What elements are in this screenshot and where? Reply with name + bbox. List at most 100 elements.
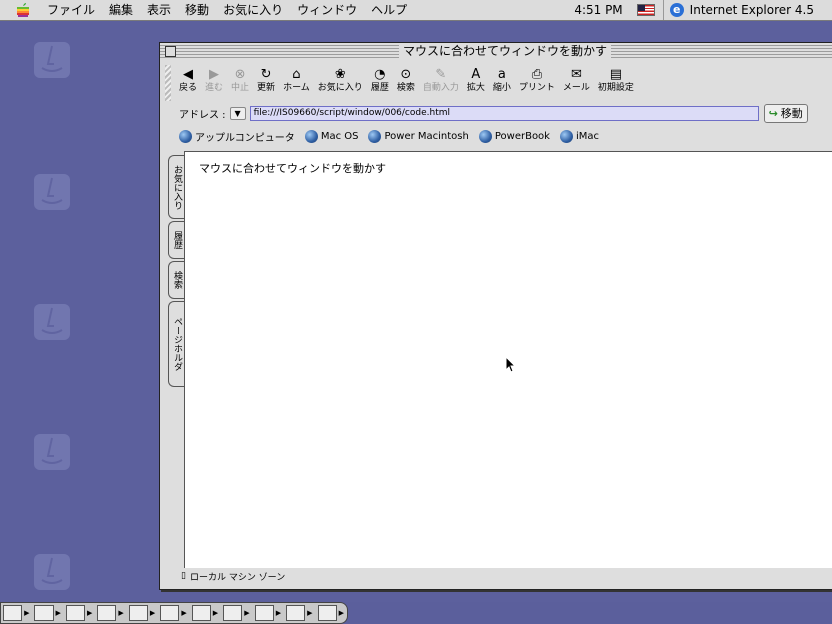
toolbar-button-autofill[interactable]: ✎ 自動入力 [423, 65, 459, 101]
toolbar-button-smaller-text[interactable]: a 縮小 [493, 65, 511, 101]
preferences-icon: ▤ [609, 66, 623, 82]
control-strip: ▶ ▶ ▶ ▶ ▶ ▶ ▶ ▶ ▶ ▶ ▶ [0, 602, 348, 624]
toolbar-button-label: 縮小 [492, 83, 511, 93]
toolbar-button-print[interactable]: ⎙ プリント [519, 65, 555, 101]
finder-logo-watermark [34, 42, 70, 78]
control-strip-pattern-icon[interactable] [191, 605, 211, 621]
toolbar-button-refresh[interactable]: ↻ 更新 [257, 65, 275, 101]
favorite-link-label: Power Macintosh [384, 130, 469, 142]
application-menu[interactable]: e Internet Explorer 4.5 [662, 0, 832, 20]
tab-page-holder[interactable]: ページホルダ [168, 301, 184, 387]
favorite-link[interactable]: Power Macintosh [368, 129, 469, 143]
menu-edit[interactable]: 編集 [102, 0, 140, 20]
control-strip-menu-arrow-icon[interactable]: ▶ [181, 609, 186, 617]
toolbar-button-label: 進む [205, 83, 224, 93]
control-strip-monitor-icon[interactable] [34, 605, 54, 621]
control-strip-menu-arrow-icon[interactable]: ▶ [307, 609, 312, 617]
favorites-icon: ❀ [334, 66, 346, 82]
zone-icon: ▯ [181, 571, 186, 581]
toolbar-button-label: ホーム [283, 83, 310, 93]
toolbar-button-label: 初期設定 [597, 83, 634, 93]
menu-help[interactable]: ヘルプ [364, 0, 414, 20]
autofill-icon: ✎ [435, 66, 447, 82]
control-strip-menu-arrow-icon[interactable]: ▶ [150, 609, 155, 617]
control-strip-menu-arrow-icon[interactable]: ▶ [118, 609, 123, 617]
toolbar-button-label: 履歴 [370, 83, 389, 93]
control-strip-colors-icon[interactable] [160, 605, 180, 621]
page-text: マウスに合わせてウィンドウを動かす [199, 162, 386, 175]
control-strip-remote-icon[interactable] [128, 605, 148, 621]
control-strip-sound-icon[interactable] [97, 605, 117, 621]
control-strip-menu-arrow-icon[interactable]: ▶ [56, 609, 61, 617]
toolbar-button-mail[interactable]: ✉ メール [563, 65, 590, 101]
globe-icon [304, 129, 318, 143]
control-strip-disc-icon[interactable] [223, 605, 243, 621]
favorite-link[interactable]: iMac [559, 129, 600, 143]
toolbar-button-stop[interactable]: ⊗ 中止 [231, 65, 249, 101]
menu-window[interactable]: ウィンドウ [290, 0, 364, 20]
menu-favorites[interactable]: お気に入り [216, 0, 290, 20]
control-strip-menu-arrow-icon[interactable]: ▶ [339, 609, 344, 617]
forward-arrow-icon: ▶ [209, 66, 220, 82]
control-strip-menu-arrow-icon[interactable]: ▶ [244, 609, 249, 617]
favorite-link[interactable]: PowerBook [478, 129, 550, 143]
toolbar-button-forward-arrow[interactable]: ▶ 進む [205, 65, 223, 101]
close-box[interactable] [165, 46, 176, 57]
toolbar-button-label: プリント [518, 83, 555, 93]
toolbar-grip[interactable] [165, 65, 171, 101]
toolbar-button-history[interactable]: ◔ 履歴 [371, 65, 389, 101]
button-toolbar: ◀ 戻る ▶ 進む ⊗ 中止 ↻ 更新 ⌂ ホーム ❀ お気に入り ◔ 履歴 ⊙ 検索 ✎ 自動入力 A 拡大 a 縮小 ⎙… [165, 65, 832, 101]
mail-icon: ✉ [570, 66, 582, 82]
toolbar-button-label: お気に入り [317, 83, 363, 93]
mouse-pointer-icon [505, 356, 517, 373]
control-strip-strip-toggle-icon[interactable] [3, 605, 23, 621]
control-strip-menu-arrow-icon[interactable]: ▶ [276, 609, 281, 617]
toolbar-button-label: 中止 [231, 83, 250, 93]
control-strip-file-sharing-icon[interactable] [254, 605, 274, 621]
tab-favorites[interactable]: お気に入り [168, 155, 184, 219]
toolbar-button-label: メール [562, 83, 590, 93]
status-bar: ▯ ローカル マシン ゾーン [165, 569, 832, 583]
toolbar-button-larger-text[interactable]: A 拡大 [467, 65, 485, 101]
address-label: アドレス : [179, 109, 226, 121]
tab-history[interactable]: 履歴 [168, 221, 184, 259]
globe-icon [368, 129, 382, 143]
control-strip-menu-arrow-icon[interactable]: ▶ [213, 609, 218, 617]
control-strip-printer-icon[interactable] [286, 605, 306, 621]
control-strip-arrow-icon[interactable] [317, 605, 337, 621]
application-name: Internet Explorer 4.5 [689, 3, 814, 17]
window-title-bar[interactable]: マウスに合わせてウィンドウを動かす [160, 43, 832, 59]
menubar-clock[interactable]: 4:51 PM [574, 3, 622, 17]
finder-logo-watermark [34, 304, 70, 340]
smaller-text-icon: a [497, 66, 506, 82]
control-strip-menu-arrow-icon[interactable]: ▶ [87, 609, 92, 617]
apple-menu-icon[interactable] [16, 3, 30, 17]
favorite-link[interactable]: アップルコンピュータ [179, 129, 295, 144]
address-history-dropdown[interactable]: ▼ [229, 106, 246, 120]
control-strip-menu-arrow-icon[interactable]: ▶ [24, 609, 29, 617]
menu-view[interactable]: 表示 [140, 0, 178, 20]
keyboard-layout-flag-icon[interactable] [636, 4, 655, 16]
control-strip-cd-icon[interactable] [65, 605, 85, 621]
toolbar-button-home[interactable]: ⌂ ホーム [283, 65, 310, 101]
tab-search[interactable]: 検索 [168, 261, 184, 299]
toolbar-button-search[interactable]: ⊙ 検索 [397, 65, 415, 101]
go-button[interactable]: ↪ 移動 [763, 103, 808, 123]
favorite-link-label: iMac [575, 130, 600, 142]
toolbar-button-preferences[interactable]: ▤ 初期設定 [598, 65, 634, 101]
menu-go[interactable]: 移動 [178, 0, 216, 20]
security-zone-text: ローカル マシン ゾーン [189, 572, 286, 583]
favorites-bar: アップルコンピュータ Mac OS Power Macintosh PowerBook… [165, 127, 832, 145]
toolbar-button-favorites[interactable]: ❀ お気に入り [318, 65, 363, 101]
window-title: マウスに合わせてウィンドウを動かす [398, 43, 612, 59]
browser-window: マウスに合わせてウィンドウを動かす ◀ 戻る ▶ 進む ⊗ 中止 ↻ 更新 ⌂ ホーム ❀ お気に入り… [159, 42, 832, 590]
favorite-link[interactable]: Mac OS [304, 129, 358, 143]
menu-file[interactable]: ファイル [40, 0, 102, 20]
address-input[interactable]: file:///IS09660/script/window/006/code.h… [249, 105, 759, 121]
finder-logo-watermark [34, 174, 70, 210]
favorite-link-label: PowerBook [494, 130, 550, 142]
globe-icon [179, 129, 192, 143]
toolbar-button-back-arrow[interactable]: ◀ 戻る [179, 65, 197, 101]
globe-icon [478, 129, 492, 143]
larger-text-icon: A [471, 66, 481, 82]
